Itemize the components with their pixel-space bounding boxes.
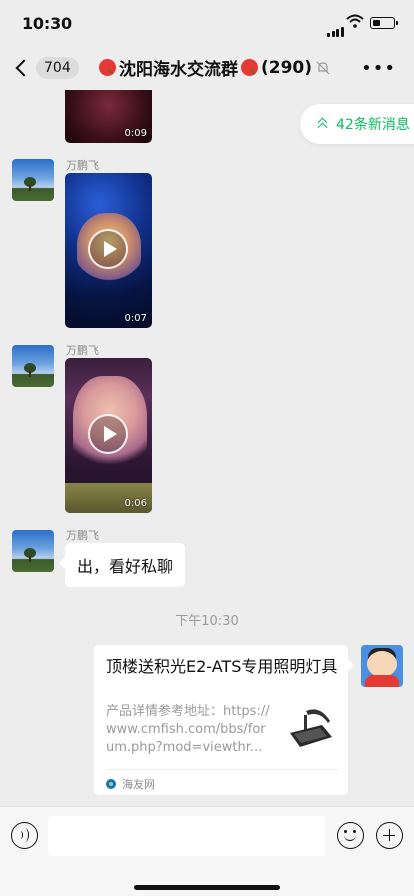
sender-name: 万鹏飞 xyxy=(66,529,99,542)
group-name: 沈阳海水交流群 xyxy=(119,60,238,80)
message-timestamp: 下午10:30 xyxy=(175,614,239,629)
wifi-icon xyxy=(346,14,364,28)
back-button[interactable]: 704 xyxy=(12,54,79,82)
double-chevron-up-icon xyxy=(316,117,330,131)
text-message-bubble[interactable]: 出，看好私聊 xyxy=(58,543,186,587)
avatar[interactable] xyxy=(12,345,54,387)
unread-count-badge: 704 xyxy=(36,57,79,79)
link-card-thumbnail xyxy=(284,703,338,755)
ping-pong-icon xyxy=(99,59,116,76)
link-card-source: 海友网 xyxy=(106,769,338,792)
mute-bell-icon xyxy=(316,61,330,74)
home-indicator[interactable] xyxy=(134,885,280,890)
avatar[interactable] xyxy=(12,159,54,201)
chat-header: 704 沈阳海水交流群 (290) ••• xyxy=(0,46,414,90)
battery-icon xyxy=(370,17,398,29)
new-messages-label: 42条新消息 xyxy=(336,117,410,133)
sender-name: 万鹏飞 xyxy=(66,344,99,357)
haiyou-logo-icon xyxy=(106,779,116,789)
play-icon[interactable] xyxy=(88,229,128,269)
video-duration: 0:06 xyxy=(124,498,147,509)
ping-pong-icon xyxy=(241,59,258,76)
play-icon[interactable] xyxy=(88,414,128,454)
voice-input-icon[interactable] xyxy=(11,822,38,849)
member-count: (290) xyxy=(261,57,313,78)
new-messages-button[interactable]: 42条新消息 xyxy=(300,104,414,144)
plus-icon[interactable] xyxy=(376,822,403,849)
chevron-left-icon xyxy=(15,59,33,77)
more-horizontal-icon[interactable]: ••• xyxy=(361,58,396,79)
video-message[interactable]: 0:07 xyxy=(65,173,152,328)
link-card-source-name: 海友网 xyxy=(122,778,155,791)
video-duration: 0:07 xyxy=(124,313,147,324)
status-time: 10:30 xyxy=(22,14,72,33)
message-list[interactable]: 0:09 万鹏飞 0:07 万鹏飞 0:06 万鹏飞 出，看好私聊 下午10:3… xyxy=(0,90,414,806)
avatar[interactable] xyxy=(12,530,54,572)
chat-title: 沈阳海水交流群 (290) xyxy=(96,55,336,80)
link-card-message[interactable]: 顶楼送积光E2-ATS专用照明灯具 产品详情参考地址：https://www.c… xyxy=(94,645,354,795)
video-message[interactable]: 0:06 xyxy=(65,358,152,513)
sender-name: 万鹏飞 xyxy=(66,159,99,172)
link-card-description: 产品详情参考地址：https://www.cmfish.com/bbs/foru… xyxy=(106,704,270,755)
signal-icon xyxy=(327,18,345,37)
emoji-icon[interactable] xyxy=(337,822,364,849)
link-card-title: 顶楼送积光E2-ATS专用照明灯具 xyxy=(106,657,338,676)
my-avatar[interactable] xyxy=(361,645,403,687)
video-duration: 0:09 xyxy=(124,128,147,139)
video-message[interactable]: 0:09 xyxy=(65,90,152,143)
status-bar: 10:30 xyxy=(0,0,414,46)
message-input[interactable] xyxy=(48,816,325,856)
input-bar xyxy=(0,806,414,896)
